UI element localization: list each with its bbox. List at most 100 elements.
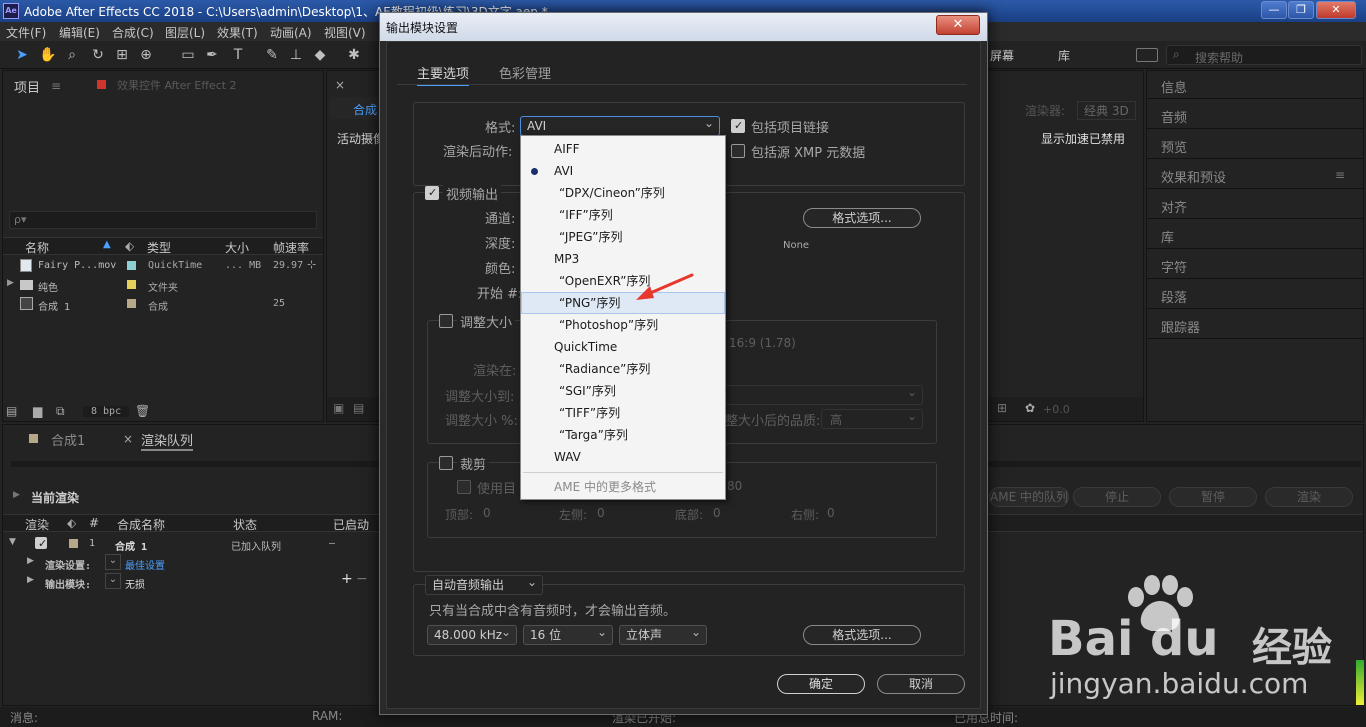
col-started[interactable]: 已启动 (333, 516, 369, 533)
crop-left-value[interactable]: 0 (597, 506, 605, 520)
renderer-select[interactable]: 经典 3D (1077, 101, 1136, 120)
col-size[interactable]: 大小 (225, 239, 249, 256)
render-checkbox[interactable] (35, 537, 47, 550)
trash-icon[interactable]: 🗑 (135, 404, 150, 418)
include-project-link-checkbox[interactable] (731, 119, 745, 133)
pen-tool-icon[interactable]: ✒ (202, 45, 222, 65)
format-option-mp3[interactable]: MP3 (521, 248, 725, 270)
menu-file[interactable]: 文件(F) (6, 24, 46, 41)
list-item[interactable]: Fairy P...mov QuickTime ... MB 29.97 ⊹ (3, 257, 323, 275)
audio-output-select[interactable]: 自动音频输出 (425, 573, 543, 595)
format-option-iff[interactable]: “IFF”序列 (521, 204, 725, 226)
chevron-down-icon[interactable]: ⌄ (105, 554, 121, 570)
col-num[interactable]: # (89, 516, 99, 530)
label-tag-icon[interactable]: ⬖ (67, 516, 76, 530)
pause-button[interactable]: 暂停 (1169, 487, 1257, 507)
crop-checkbox[interactable] (439, 456, 453, 470)
selection-tool-icon[interactable]: ➤ (12, 45, 32, 65)
video-format-options-button[interactable]: 格式选项... (803, 208, 921, 228)
tab-effect-controls[interactable]: 效果控件 After Effect 2 (117, 77, 237, 93)
exposure-value[interactable]: +0.0 (1043, 403, 1070, 416)
help-search-box[interactable]: ⌕ 搜索帮助 (1166, 45, 1362, 65)
close-tab-icon[interactable]: × (123, 432, 133, 446)
remove-output-icon[interactable]: − (356, 571, 368, 587)
format-select[interactable]: AVI (520, 114, 720, 136)
expand-arrow-icon[interactable]: ▶ (27, 575, 34, 585)
project-search-input[interactable]: ρ▾ (9, 211, 317, 229)
col-comp-name[interactable]: 合成名称 (117, 516, 165, 533)
resize-preset-select[interactable]: ⌄ (723, 385, 923, 405)
label-tag-icon[interactable]: ⬖ (125, 239, 134, 253)
panel-paragraph[interactable]: 段落 (1147, 281, 1363, 309)
clone-stamp-tool-icon[interactable]: ⊥ (286, 45, 306, 65)
label-swatch[interactable] (127, 280, 136, 289)
expand-arrow-icon[interactable]: ▶ (7, 278, 14, 288)
format-option-radiance[interactable]: “Radiance”序列 (521, 358, 725, 380)
expand-arrow-icon[interactable]: ▶ (27, 556, 34, 566)
tab-color-management[interactable]: 色彩管理 (499, 63, 551, 82)
snapshot-icon[interactable]: ▣ (333, 401, 344, 415)
label-swatch[interactable] (127, 299, 136, 308)
library-workspace-tab[interactable]: 库 (1058, 47, 1070, 64)
bit-depth-button[interactable]: 8 bpc (83, 406, 130, 417)
tab-render-queue[interactable]: 渲染队列 (141, 430, 194, 451)
exposure-reset-icon[interactable]: ✿ (1025, 401, 1035, 415)
format-option-jpeg[interactable]: “JPEG”序列 (521, 226, 725, 248)
show-snapshot-icon[interactable]: ▤ (353, 401, 364, 415)
panel-tracker[interactable]: 跟踪器 (1147, 311, 1363, 339)
ok-button[interactable]: 确定 (777, 674, 865, 694)
format-option-wav[interactable]: WAV (521, 446, 725, 468)
rectangle-tool-icon[interactable]: ▭ (178, 45, 198, 65)
panel-preview[interactable]: 预览 (1147, 131, 1363, 159)
tab-main-options[interactable]: 主要选项 (417, 63, 470, 86)
expand-arrow-icon[interactable]: ▶ (13, 490, 20, 500)
format-option-sgi[interactable]: “SGI”序列 (521, 380, 725, 402)
menu-view[interactable]: 视图(V) (324, 24, 366, 41)
panel-character[interactable]: 字符 (1147, 251, 1363, 279)
new-folder-icon[interactable]: ▆ (33, 404, 42, 418)
format-option-targa[interactable]: “Targa”序列 (521, 424, 725, 446)
sample-rate-select[interactable]: 48.000 kHz (427, 623, 517, 645)
camera-tool-icon[interactable]: ⊞ (112, 45, 132, 65)
zoom-tool-icon[interactable]: ⌕ (62, 45, 82, 65)
cancel-button[interactable]: 取消 (877, 674, 965, 694)
panel-audio[interactable]: 音频 (1147, 101, 1363, 129)
tab-project[interactable]: 项目 (14, 77, 40, 96)
flowchart-icon[interactable]: ⊹ (307, 258, 316, 271)
label-swatch[interactable] (69, 539, 78, 548)
panel-library[interactable]: 库 (1147, 221, 1363, 249)
queue-in-ame-button[interactable]: AME 中的队列 (989, 487, 1069, 507)
format-option-more-ame[interactable]: AME 中的更多格式 (521, 476, 725, 498)
panel-menu-icon[interactable]: ≡ (51, 79, 61, 93)
col-status[interactable]: 状态 (233, 516, 257, 533)
menu-composition[interactable]: 合成(C) (112, 24, 154, 41)
crop-right-value[interactable]: 0 (827, 506, 835, 520)
sort-ascending-icon[interactable]: ▲ (103, 239, 111, 250)
bit-depth-select[interactable]: 16 位 (523, 623, 613, 645)
panel-menu-icon[interactable]: ≡ (1335, 168, 1345, 182)
grid-icon[interactable]: ⊞ (997, 401, 1007, 415)
format-option-photoshop[interactable]: “Photoshop”序列 (521, 314, 725, 336)
crop-top-value[interactable]: 0 (483, 506, 491, 520)
label-swatch[interactable] (127, 261, 136, 270)
close-tab-icon[interactable]: × (335, 78, 345, 92)
list-item[interactable]: ▶ 纯色 文件夹 (3, 276, 323, 294)
video-output-checkbox[interactable] (425, 186, 439, 200)
tab-timeline-comp[interactable]: 合成1 (51, 430, 85, 449)
menu-effect[interactable]: 效果(T) (217, 24, 258, 41)
render-button[interactable]: 渲染 (1265, 487, 1353, 507)
brush-tool-icon[interactable]: ✎ (262, 45, 282, 65)
chevron-down-icon[interactable]: ⌄ (105, 573, 121, 589)
resize-quality-select[interactable]: 高 ⌄ (821, 409, 923, 429)
crop-bottom-value[interactable]: 0 (713, 506, 721, 520)
format-option-avi[interactable]: AVI (521, 160, 725, 182)
minimize-button[interactable]: — (1261, 1, 1287, 19)
dialog-close-button[interactable]: ✕ (936, 15, 980, 35)
audio-format-options-button[interactable]: 格式选项... (803, 625, 921, 645)
sync-settings-icon[interactable] (1136, 48, 1158, 62)
rotate-tool-icon[interactable]: ↻ (88, 45, 108, 65)
use-roi-checkbox[interactable] (457, 480, 471, 494)
maximize-button[interactable]: ❐ (1288, 1, 1314, 19)
render-settings-value[interactable]: 最佳设置 (125, 557, 165, 572)
include-xmp-checkbox[interactable] (731, 144, 745, 158)
